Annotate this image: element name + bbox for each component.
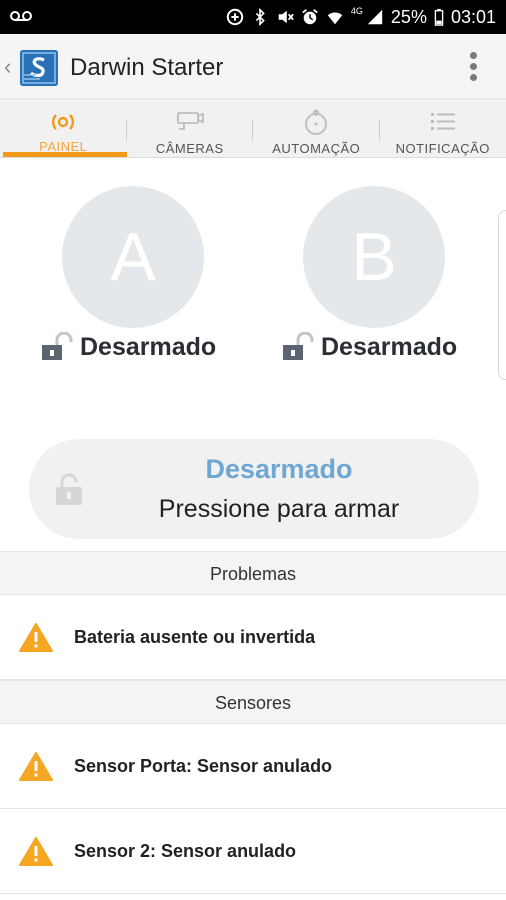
partition-circle[interactable]: A xyxy=(62,186,204,328)
list-item[interactable]: Sensor Porta: Sensor anulado xyxy=(0,724,506,809)
partition-status: Desarmado xyxy=(281,332,457,362)
tab-label: NOTIFICAÇÃO xyxy=(395,141,490,156)
sensors-header: Sensores xyxy=(0,680,506,724)
tab-automacao[interactable]: AUTOMAÇÃO xyxy=(253,101,380,157)
automation-icon xyxy=(298,108,334,136)
tab-notificacao[interactable]: NOTIFICAÇÃO xyxy=(380,101,506,157)
tab-label: CÂMERAS xyxy=(155,141,224,156)
problem-text: Bateria ausente ou invertida xyxy=(74,627,316,647)
panel-sensor-icon xyxy=(45,108,81,136)
battery-percent: 25% xyxy=(390,7,427,27)
battery-icon xyxy=(434,8,444,26)
partition-status-text: Desarmado xyxy=(321,332,458,361)
more-vertical-icon[interactable] xyxy=(470,52,478,82)
partition-b[interactable]: B Desarmado xyxy=(283,186,457,361)
sensor-text: Sensor Porta: Sensor anulado xyxy=(74,756,333,776)
wifi-icon xyxy=(326,8,344,26)
partition-status: Desarmado xyxy=(40,332,216,362)
active-tab-indicator xyxy=(3,152,127,157)
partition-a[interactable]: A Desarmado xyxy=(42,186,216,361)
data-saver-icon xyxy=(226,8,244,26)
warning-icon xyxy=(19,751,53,781)
list-item[interactable]: Bateria ausente ou invertida xyxy=(0,595,506,680)
clock: 03:01 xyxy=(450,7,496,27)
warning-icon xyxy=(19,836,53,866)
tab-label: AUTOMAÇÃO xyxy=(272,141,361,156)
app-title: Darwin Starter xyxy=(70,54,224,81)
sensor-text: Sensor 2: Sensor anulado xyxy=(74,841,297,861)
partition-circle[interactable]: B xyxy=(303,186,445,328)
arm-status: Desarmado xyxy=(205,454,353,484)
list-icon xyxy=(425,108,461,136)
warning-icon xyxy=(19,622,53,652)
tab-bar: PAINEL CÂMERAS AUTOMAÇÃO NOTIFICAÇÃO xyxy=(0,101,506,158)
list-item[interactable]: Sensor 2: Sensor anulado xyxy=(0,809,506,894)
partition-status-text: Desarmado xyxy=(80,332,217,361)
bluetooth-icon xyxy=(251,8,269,26)
unlock-icon xyxy=(281,332,315,362)
mute-icon xyxy=(276,8,294,26)
status-bar: 4G 25% 03:01 xyxy=(0,0,506,34)
problems-header: Problemas xyxy=(0,551,506,595)
unlock-icon xyxy=(40,332,74,362)
voicemail-icon xyxy=(10,9,32,28)
network-type: 4G xyxy=(350,6,363,16)
camera-icon xyxy=(172,108,208,136)
tab-painel[interactable]: PAINEL xyxy=(0,101,127,157)
app-bar: ‹ Darwin Starter xyxy=(0,34,506,100)
signal-icon xyxy=(366,8,384,26)
side-drawer-handle[interactable] xyxy=(498,210,506,380)
tab-cameras[interactable]: CÂMERAS xyxy=(127,101,253,157)
darwin-logo-icon xyxy=(20,50,58,86)
arm-button[interactable]: Desarmado Pressione para armar xyxy=(29,439,479,539)
alarm-icon xyxy=(301,8,319,26)
chevron-left-icon[interactable]: ‹ xyxy=(4,56,11,78)
arm-hint: Pressione para armar xyxy=(158,495,400,523)
